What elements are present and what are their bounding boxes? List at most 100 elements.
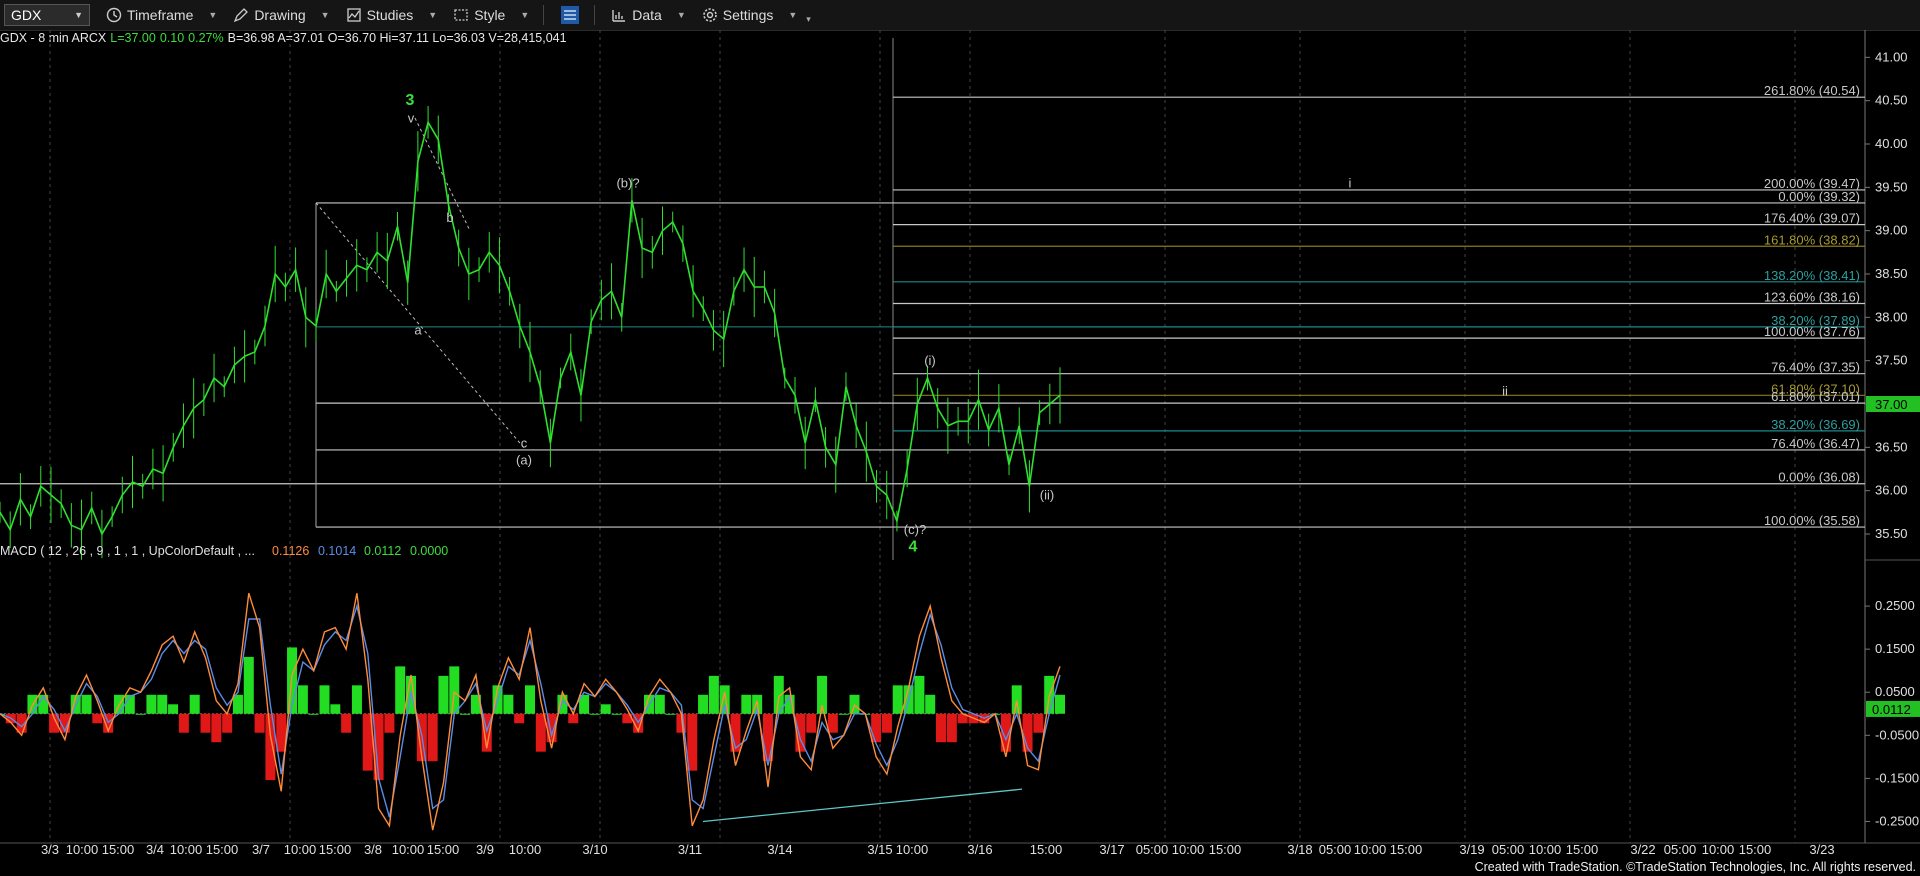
macd-histogram-bar xyxy=(698,694,709,714)
price-tick-label: 40.50 xyxy=(1875,93,1908,108)
time-tick-label: 10:00 xyxy=(1354,842,1387,857)
macd-histogram-bar xyxy=(708,675,719,714)
chart-canvas[interactable]: 41.00 40.50 40.00 39.50 39.00 38.50 38.00 37.50… xyxy=(0,30,1920,876)
time-tick-label: 3/9 xyxy=(476,842,494,857)
chevron-down-icon: ▼ xyxy=(520,10,530,20)
settings-button[interactable]: Settings ▼ ▾ xyxy=(702,7,811,24)
time-tick-label: 3/4 xyxy=(146,842,164,857)
wave-label: (c)? xyxy=(904,522,926,537)
timeframe-label: Timeframe xyxy=(127,7,194,23)
macd-histogram-bar xyxy=(838,713,849,715)
last-price-label: 37.00 xyxy=(1875,397,1908,412)
time-tick-label: 3/16 xyxy=(967,842,992,857)
divergence-trendline xyxy=(702,788,1023,823)
price-tick-label: 39.50 xyxy=(1875,179,1908,194)
price-tick-label: 37.50 xyxy=(1875,353,1908,368)
chevron-down-icon: ▾ xyxy=(806,13,811,24)
macd-histogram-bar xyxy=(297,685,308,714)
macd-tick-label: 0.1500 xyxy=(1875,641,1915,656)
macd-histogram-bar xyxy=(178,713,189,733)
time-tick-label: 15:00 xyxy=(319,842,352,857)
macd-legend-value: 0.0000 xyxy=(410,544,448,558)
macd-histogram-bar xyxy=(330,704,341,714)
time-tick-label: 10:00 xyxy=(896,842,929,857)
macd-histogram-bar xyxy=(449,666,460,714)
fib-level-label: 261.80% (40.54) xyxy=(1764,83,1860,98)
wave-label: b xyxy=(446,210,453,225)
symbol-selector[interactable]: GDX ▼ xyxy=(4,4,90,26)
macd-histogram-bar xyxy=(200,713,211,733)
macd-histogram-bar xyxy=(438,675,449,714)
time-tick-label: 05:00 xyxy=(1136,842,1169,857)
studies-icon xyxy=(346,8,361,22)
macd-histogram-bar xyxy=(881,713,892,733)
macd-tick-label: -0.2500 xyxy=(1875,813,1919,828)
macd-histogram-bar xyxy=(849,694,860,714)
price-tick-label: 38.00 xyxy=(1875,309,1908,324)
macd-tick-label: 0.2500 xyxy=(1875,598,1915,613)
time-tick-label: 3/11 xyxy=(678,842,702,857)
wave-label: (a) xyxy=(516,453,532,468)
toolbar: GDX ▼ Timeframe ▼ Drawing ▼ Studies ▼ St… xyxy=(0,0,1920,31)
macd-histogram-bar xyxy=(189,694,200,714)
chevron-down-icon: ▼ xyxy=(676,10,686,20)
macd-histogram-bar xyxy=(146,694,157,714)
time-tick-label: 10:00 xyxy=(392,842,425,857)
price-tick-label: 36.50 xyxy=(1875,439,1908,454)
fib-level-label: 100.00% (35.58) xyxy=(1764,513,1860,528)
time-tick-label: 05:00 xyxy=(1319,842,1352,857)
macd-histogram-bar xyxy=(384,713,395,733)
time-tick-label: 10:00 xyxy=(66,842,99,857)
macd-histogram-bar xyxy=(600,704,611,714)
time-tick-label: 15:00 xyxy=(1566,842,1599,857)
fib-level-label: 38.20% (36.69) xyxy=(1771,417,1860,432)
wave-label: i xyxy=(1349,175,1352,190)
time-tick-label: 15:00 xyxy=(102,842,135,857)
price-tick-label: 35.50 xyxy=(1875,526,1908,541)
price-tick-label: 41.00 xyxy=(1875,49,1908,64)
macd-histogram-bar xyxy=(514,713,525,724)
settings-label: Settings xyxy=(722,7,774,23)
wave-label: (b)? xyxy=(616,175,639,190)
timeframe-button[interactable]: Timeframe ▼ xyxy=(106,7,217,23)
macd-title: MACD ( 12 , 26 , 9 , 1 , 1 , UpColorDefa… xyxy=(0,544,255,558)
fib-level-label: 76.40% (36.47) xyxy=(1771,436,1860,451)
macd-histogram-bar xyxy=(741,694,752,714)
macd-histogram-bar xyxy=(535,713,546,752)
macd-histogram-bar xyxy=(254,713,265,733)
time-tick-label: 3/22 xyxy=(1630,842,1655,857)
layout-button[interactable] xyxy=(560,5,580,25)
time-tick-label: 3/8 xyxy=(364,842,382,857)
price-tick-label: 39.00 xyxy=(1875,223,1908,238)
macd-histogram-bar xyxy=(665,713,676,715)
macd-histogram-bar xyxy=(460,713,471,715)
wave-label: (ii) xyxy=(1040,487,1054,502)
fib-level-label: 123.60% (38.16) xyxy=(1764,289,1860,304)
time-tick-label: 05:00 xyxy=(1664,842,1697,857)
chevron-down-icon: ▼ xyxy=(788,10,798,20)
data-button[interactable]: Data ▼ xyxy=(611,7,686,23)
time-tick-label: 3/23 xyxy=(1809,842,1834,857)
style-button[interactable]: Style ▼ xyxy=(453,7,529,23)
macd-histogram-bar xyxy=(806,713,817,733)
macd-histogram-bar xyxy=(946,713,957,743)
time-tick-label: 3/19 xyxy=(1459,842,1484,857)
macd-histogram-bar xyxy=(827,713,838,733)
macd-histogram-bar xyxy=(92,713,103,724)
macd-histogram-bar xyxy=(1033,713,1044,733)
fib-level-label: 76.40% (37.35) xyxy=(1771,360,1860,375)
studies-button[interactable]: Studies ▼ xyxy=(346,7,438,23)
macd-histogram-bar xyxy=(914,675,925,714)
fib-level-label: 0.00% (36.08) xyxy=(1778,470,1860,485)
price-tick-label: 36.00 xyxy=(1875,483,1908,498)
macd-tick-label: -0.0500 xyxy=(1875,727,1919,742)
wave-label: (i) xyxy=(924,353,936,368)
price-tick-label: 38.50 xyxy=(1875,266,1908,281)
macd-histogram-bar xyxy=(925,694,936,714)
time-tick-label: 10:00 xyxy=(1702,842,1735,857)
macd-histogram-bar xyxy=(243,656,254,714)
drawing-button[interactable]: Drawing ▼ xyxy=(233,7,330,23)
chevron-down-icon: ▼ xyxy=(428,10,438,20)
fib-level-label: 61.80% (37.01) xyxy=(1771,389,1860,404)
macd-histogram-bar xyxy=(936,713,947,743)
